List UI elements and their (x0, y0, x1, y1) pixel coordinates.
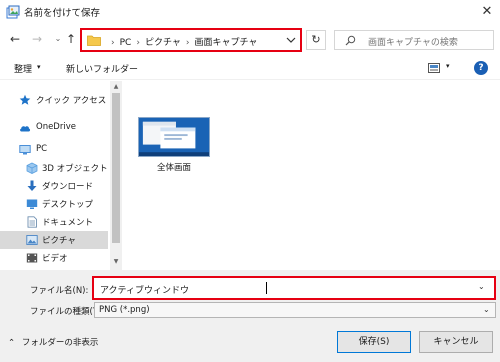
sidebar-item-label: OneDrive (36, 122, 76, 132)
save-button[interactable]: 保存(S) (337, 331, 411, 353)
save-options-pane: ファイル名(N): アクティブウィンドウ ⌄ ファイルの種類(T): PNG (… (0, 270, 500, 362)
sidebar-item-label: ピクチャ (42, 236, 76, 246)
window-title: 名前を付けて保存 (24, 8, 101, 19)
star-icon (19, 94, 31, 105)
sidebar-item-label: ダウンロード (42, 182, 94, 192)
file-thumbnail[interactable] (138, 117, 210, 157)
folder-icon (87, 35, 101, 46)
scrollbar-thumb[interactable] (112, 93, 120, 243)
toolbar: 整理 ▾ 新しいフォルダー ▾ ? (0, 58, 500, 80)
breadcrumb-pc[interactable]: PC (120, 38, 132, 48)
hide-folders-button[interactable]: ⌃ フォルダーの非表示 (8, 336, 98, 348)
chevron-down-icon[interactable]: ⌄ (483, 305, 490, 314)
chevron-down-icon[interactable] (284, 33, 298, 47)
sidebar-item-desktop[interactable]: デスクトップ (0, 195, 108, 213)
sidebar-item-3d-objects[interactable]: 3D オブジェクト (0, 159, 108, 177)
filename-field[interactable]: アクティブウィンドウ ⌄ (92, 276, 496, 300)
cancel-button[interactable]: キャンセル (419, 331, 493, 353)
breadcrumb-screen-capture[interactable]: 画面キャプチャ (194, 35, 257, 48)
text-cursor (266, 282, 267, 294)
scroll-down-icon[interactable]: ▼ (110, 258, 122, 266)
sidebar-item-label: 3D オブジェクト (42, 164, 108, 174)
caret-up-icon: ⌃ (8, 338, 16, 348)
search-icon (345, 35, 356, 46)
computer-icon (19, 145, 31, 155)
breadcrumb: › PC › ピクチャ › 画面キャプチャ (106, 35, 257, 48)
scroll-up-icon[interactable]: ▲ (110, 83, 122, 91)
download-icon (27, 180, 37, 191)
search-input[interactable]: 画面キャプチャの検索 (334, 30, 494, 50)
navigation-scrollbar[interactable]: ▲ ▼ (110, 81, 122, 270)
chevron-right-icon: › (111, 38, 115, 48)
title-bar: 名前を付けて保存 ✕ (0, 0, 500, 24)
file-name[interactable]: 全体画面 (142, 161, 206, 173)
hide-folders-label: フォルダーの非表示 (21, 338, 99, 348)
view-options-icon[interactable] (428, 63, 440, 73)
picture-icon (26, 235, 38, 245)
cloud-icon (20, 126, 31, 132)
file-list: 全体画面 (122, 81, 500, 270)
app-icon (6, 5, 20, 19)
video-icon (26, 253, 38, 263)
sidebar-item-pictures[interactable]: ピクチャ (0, 231, 108, 249)
chevron-down-icon[interactable]: ⌄ (478, 282, 485, 291)
sidebar-item-quick-access[interactable]: クイック アクセス (0, 91, 108, 109)
sidebar-item-onedrive[interactable]: OneDrive (0, 119, 108, 137)
cube-icon (26, 162, 38, 174)
breadcrumb-pictures[interactable]: ピクチャ (145, 35, 181, 48)
address-bar[interactable]: › PC › ピクチャ › 画面キャプチャ (80, 28, 302, 52)
sidebar-item-label: PC (36, 144, 48, 154)
filetype-select[interactable]: PNG (*.png) ⌄ (94, 302, 496, 318)
desktop-icon (26, 199, 38, 209)
new-folder-button[interactable]: 新しいフォルダー (66, 62, 138, 75)
caret-down-icon[interactable]: ▾ (37, 63, 41, 71)
back-button[interactable]: ← (8, 32, 22, 46)
document-icon (27, 216, 37, 228)
sidebar-item-downloads[interactable]: ダウンロード (0, 177, 108, 195)
forward-button[interactable]: → (30, 32, 44, 46)
chevron-right-icon: › (185, 38, 190, 48)
filetype-value: PNG (*.png) (99, 305, 150, 315)
chevron-right-icon: › (136, 38, 140, 48)
sidebar-item-label: クイック アクセス (36, 96, 107, 106)
sidebar-item-videos[interactable]: ビデオ (0, 249, 108, 267)
organize-button[interactable]: 整理 (14, 62, 32, 75)
filename-value[interactable]: アクティブウィンドウ (100, 283, 189, 296)
help-icon[interactable]: ? (474, 61, 488, 75)
search-placeholder: 画面キャプチャの検索 (368, 38, 458, 48)
sidebar-item-documents[interactable]: ドキュメント (0, 213, 108, 231)
sidebar-item-label: デスクトップ (42, 200, 94, 210)
recent-locations-button[interactable]: ⌄ (51, 32, 65, 46)
filename-label: ファイル名(N): (30, 286, 89, 296)
sidebar-item-label: ビデオ (42, 254, 68, 264)
sidebar-item-label: ドキュメント (42, 218, 94, 228)
refresh-button[interactable]: ↻ (306, 30, 326, 50)
sidebar-item-pc[interactable]: PC (0, 141, 108, 159)
navigation-pane: クイック アクセス OneDrive PC 3D オブジェクト ダウンロード デ… (0, 81, 110, 270)
up-button[interactable]: ↑ (64, 32, 78, 46)
close-icon[interactable]: ✕ (478, 3, 496, 21)
caret-down-icon[interactable]: ▾ (446, 62, 450, 70)
